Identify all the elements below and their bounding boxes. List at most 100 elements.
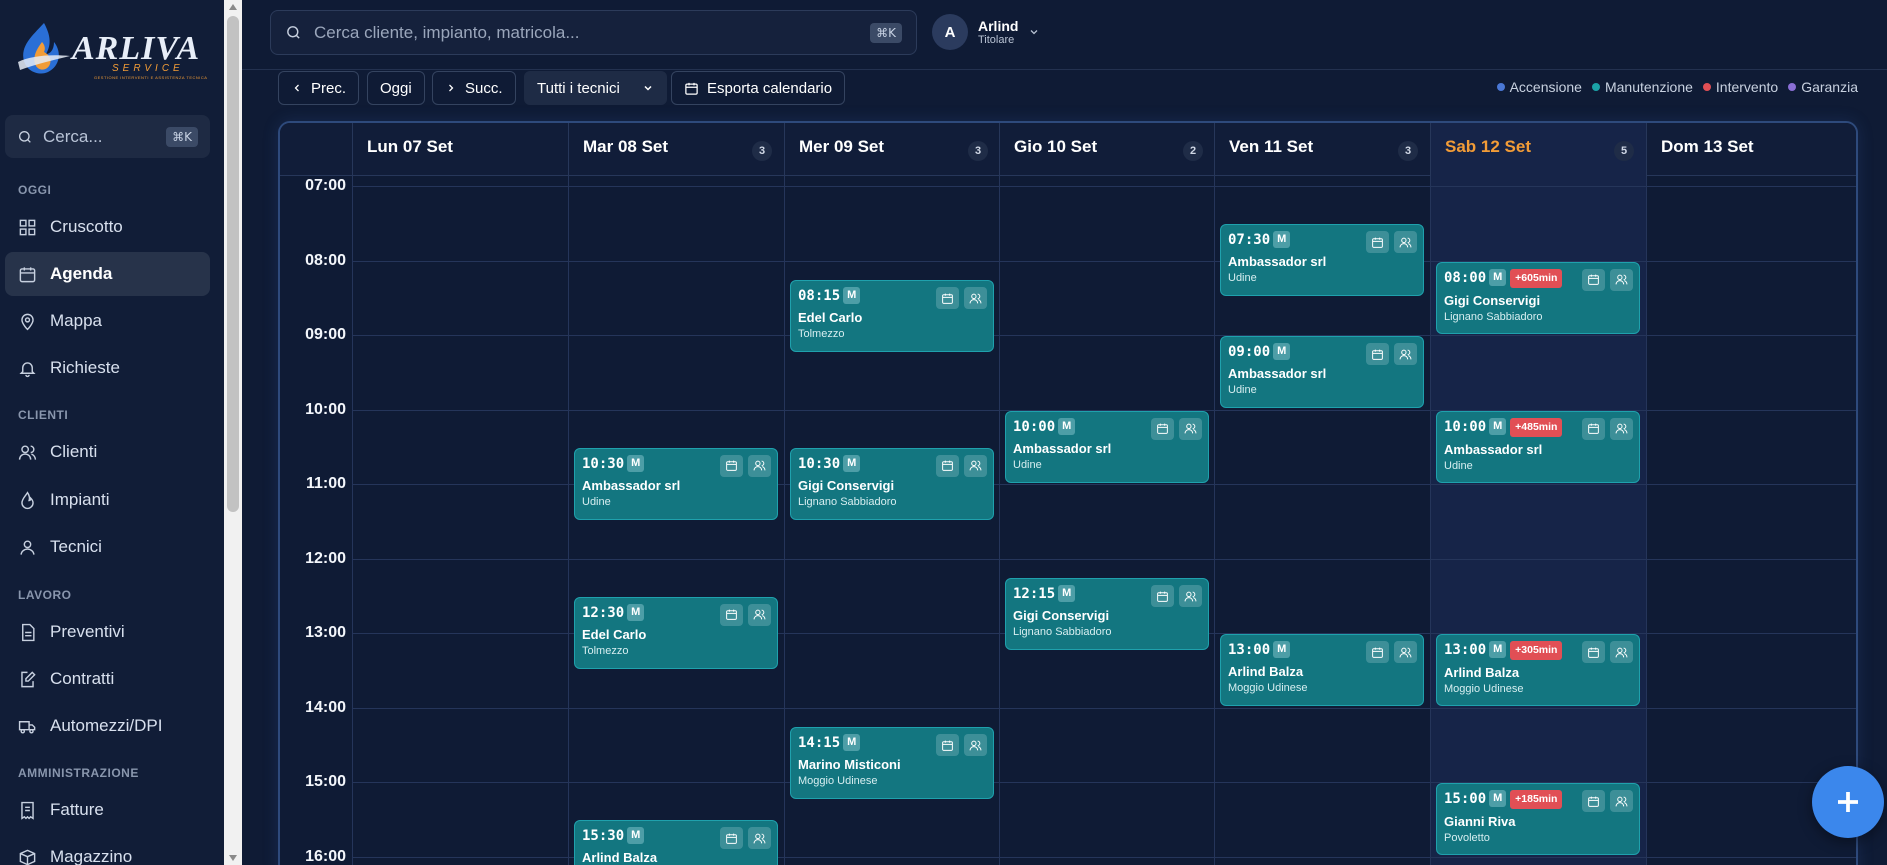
prev-button[interactable]: Prec. bbox=[278, 71, 360, 105]
scroll-down-arrow-icon[interactable] bbox=[229, 855, 237, 861]
sidebar-item-mappa[interactable]: Mappa bbox=[5, 299, 210, 343]
sidebar-search-placeholder: Cerca... bbox=[43, 126, 103, 146]
user-menu[interactable]: A Arlind Titolare bbox=[932, 14, 1040, 50]
appointment-card[interactable]: 13:00 M +305min Arlind Balza Moggio Udinese bbox=[1436, 634, 1640, 706]
assign-technician-button[interactable] bbox=[964, 734, 987, 757]
assign-technician-button[interactable] bbox=[748, 603, 771, 626]
sidebar-item-agenda[interactable]: Agenda bbox=[5, 252, 210, 296]
appointment-card[interactable]: 12:15 M Gigi Conservigi Lignano Sabbiadoro bbox=[1005, 578, 1209, 651]
sidebar-item-cruscotto[interactable]: Cruscotto bbox=[5, 205, 210, 249]
sidebar-item-automezzi[interactable]: Automezzi/DPI bbox=[5, 704, 210, 748]
reschedule-button[interactable] bbox=[1582, 417, 1605, 440]
assign-technician-button[interactable] bbox=[1179, 585, 1202, 608]
sidebar-item-label: Tecnici bbox=[50, 537, 102, 556]
day-divider bbox=[352, 176, 353, 865]
delay-badge: +605min bbox=[1510, 268, 1563, 288]
reschedule-button[interactable] bbox=[720, 454, 743, 477]
day-header[interactable]: Dom 13 Set bbox=[1646, 123, 1856, 176]
add-appointment-button[interactable] bbox=[1812, 766, 1884, 838]
reschedule-button[interactable] bbox=[1366, 641, 1389, 663]
reschedule-button[interactable] bbox=[936, 734, 959, 757]
reschedule-button[interactable] bbox=[1582, 641, 1605, 663]
scrollbar-thumb[interactable] bbox=[227, 16, 239, 512]
assign-technician-button[interactable] bbox=[748, 454, 771, 477]
global-search-input[interactable]: Cerca cliente, impianto, matricola... ⌘K bbox=[270, 10, 917, 55]
bell-icon bbox=[19, 361, 36, 377]
assign-technician-button[interactable] bbox=[748, 827, 771, 850]
assign-technician-button[interactable] bbox=[1394, 343, 1417, 365]
reschedule-button[interactable] bbox=[1366, 231, 1389, 254]
reschedule-button[interactable] bbox=[1151, 585, 1174, 608]
appointment-card[interactable]: 07:30 M Ambassador srl Udine bbox=[1220, 224, 1424, 297]
day-header[interactable]: Sab 12 Set 5 bbox=[1430, 123, 1646, 176]
reschedule-button[interactable] bbox=[1151, 417, 1174, 440]
appointment-city: Moggio Udinese bbox=[1444, 683, 1524, 695]
next-button[interactable]: Succ. bbox=[432, 71, 516, 105]
day-header[interactable]: Ven 11 Set 3 bbox=[1214, 123, 1430, 176]
sidebar-item-contratti[interactable]: Contratti bbox=[5, 657, 210, 701]
technician-filter-select[interactable]: Tutti i tecnici bbox=[524, 71, 667, 105]
reschedule-button[interactable] bbox=[720, 603, 743, 626]
reschedule-button[interactable] bbox=[936, 287, 959, 310]
appointment-time: 13:00 bbox=[1444, 642, 1487, 658]
appointment-card[interactable]: 10:30 M Gigi Conservigi Lignano Sabbiadoro bbox=[790, 447, 994, 520]
sidebar-item-richieste[interactable]: Richieste bbox=[5, 346, 210, 390]
reschedule-button[interactable] bbox=[1366, 343, 1389, 365]
reschedule-button[interactable] bbox=[936, 454, 959, 477]
appointment-card[interactable]: 13:00 M Arlind Balza Moggio Udinese bbox=[1220, 634, 1424, 706]
appointment-client: Arlind Balza bbox=[582, 850, 658, 865]
appointment-card[interactable]: 08:00 M +605min Gigi Conservigi Lignano Sabb… bbox=[1436, 261, 1640, 334]
today-button[interactable]: Oggi bbox=[367, 71, 425, 105]
users-icon bbox=[753, 833, 766, 844]
assign-technician-button[interactable] bbox=[1610, 417, 1633, 440]
assign-technician-button[interactable] bbox=[1394, 641, 1417, 663]
appointment-client: Gigi Conservigi bbox=[1444, 292, 1541, 308]
appointment-card[interactable]: 08:15 M Edel Carlo Tolmezzo bbox=[790, 280, 994, 353]
hour-label: 14:00 bbox=[305, 698, 346, 716]
sidebar-item-magazzino[interactable]: Magazzino bbox=[5, 835, 210, 865]
appointment-card[interactable]: 09:00 M Ambassador srl Udine bbox=[1220, 336, 1424, 408]
chevron-right-icon bbox=[449, 84, 454, 92]
sidebar-item-tecnici[interactable]: Tecnici bbox=[5, 525, 210, 569]
sidebar-item-label: Cruscotto bbox=[50, 217, 123, 236]
export-calendar-button[interactable]: Esporta calendario bbox=[671, 71, 846, 105]
assign-technician-button[interactable] bbox=[1179, 417, 1202, 440]
sidebar-item-clienti[interactable]: Clienti bbox=[5, 430, 210, 474]
reschedule-button[interactable] bbox=[720, 827, 743, 850]
appointment-client: Ambassador srl bbox=[1444, 441, 1543, 457]
appointment-actions bbox=[1582, 790, 1633, 812]
sidebar-search[interactable]: Cerca... ⌘K bbox=[5, 115, 210, 158]
assign-technician-button[interactable] bbox=[1610, 790, 1633, 812]
assign-technician-button[interactable] bbox=[964, 287, 987, 310]
assign-technician-button[interactable] bbox=[1394, 231, 1417, 254]
users-icon bbox=[1615, 274, 1628, 285]
assign-technician-button[interactable] bbox=[1610, 268, 1633, 291]
assign-technician-button[interactable] bbox=[964, 454, 987, 477]
scroll-up-arrow-icon[interactable] bbox=[229, 4, 237, 10]
sidebar-scrollbar[interactable] bbox=[224, 0, 242, 865]
appointment-card[interactable]: 12:30 M Edel Carlo Tolmezzo bbox=[574, 596, 778, 669]
sidebar-item-label: Fatture bbox=[50, 800, 104, 819]
appointment-card[interactable]: 10:00 M +485min Ambassador srl Udine bbox=[1436, 410, 1640, 483]
brand-logo[interactable]: ARLIVA SERVICE GESTIONE INTERVENTI E ASS… bbox=[14, 20, 207, 80]
box-icon bbox=[19, 849, 36, 865]
day-header[interactable]: Mar 08 Set 3 bbox=[568, 123, 784, 176]
sidebar-item-preventivi[interactable]: Preventivi bbox=[5, 610, 210, 654]
day-header[interactable]: Gio 10 Set 2 bbox=[999, 123, 1215, 176]
sidebar-item-fatture[interactable]: Fatture bbox=[5, 788, 210, 832]
day-header[interactable]: Lun 07 Set bbox=[352, 123, 568, 176]
appointment-card[interactable]: 10:00 M Ambassador srl Udine bbox=[1005, 410, 1209, 483]
appointment-card[interactable]: 15:00 M +185min Gianni Riva Povoletto bbox=[1436, 783, 1640, 855]
assign-technician-button[interactable] bbox=[1610, 641, 1633, 663]
appointment-card[interactable]: 14:15 M Marino Misticoni Moggio Udinese bbox=[790, 727, 994, 800]
appointment-card[interactable]: 15:30 M Arlind Balza bbox=[574, 820, 778, 865]
appointment-card[interactable]: 10:30 M Ambassador srl Udine bbox=[574, 447, 778, 520]
day-header[interactable]: Mer 09 Set 3 bbox=[784, 123, 1000, 176]
reschedule-button[interactable] bbox=[1582, 790, 1605, 812]
hour-line bbox=[352, 558, 1856, 560]
sidebar-item-impianti[interactable]: Impianti bbox=[5, 478, 210, 522]
shortcut-badge: ⌘K bbox=[166, 126, 198, 147]
appointment-client: Ambassador srl bbox=[582, 477, 681, 493]
reschedule-button[interactable] bbox=[1582, 268, 1605, 291]
appointment-actions bbox=[1151, 585, 1202, 608]
